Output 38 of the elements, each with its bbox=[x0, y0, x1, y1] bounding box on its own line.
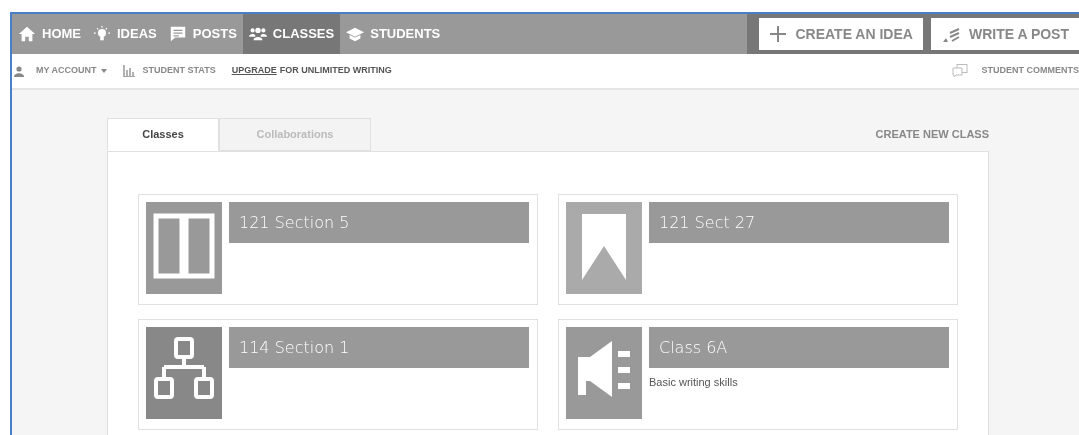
people-icon bbox=[248, 25, 267, 43]
nav-tab[interactable]: POSTS bbox=[162, 14, 243, 54]
class-card[interactable]: 121 Sect 27 bbox=[558, 194, 958, 305]
class-title: 114 Section 1 bbox=[229, 327, 529, 368]
create-class-link[interactable]: CREATE NEW CLASS bbox=[875, 126, 989, 143]
caret-icon bbox=[100, 69, 107, 73]
account-menu[interactable]: MY ACCOUNT bbox=[36, 64, 107, 78]
home-icon bbox=[18, 25, 36, 43]
pen-strokes-icon bbox=[940, 25, 961, 43]
class-description: Basic writing skills bbox=[649, 375, 739, 390]
nav-tab[interactable]: IDEAS bbox=[87, 14, 163, 54]
student-comments-link[interactable]: STUDENT COMMENTS bbox=[981, 64, 1079, 78]
class-title: 121 Sect 27 bbox=[649, 202, 949, 243]
class-card[interactable]: 121 Section 5 bbox=[138, 194, 538, 305]
megaphone-icon bbox=[566, 327, 642, 419]
tab[interactable]: Classes bbox=[107, 118, 219, 151]
class-card[interactable]: Class 6A Basic writing skills bbox=[558, 319, 958, 430]
bar-chart-icon bbox=[122, 65, 135, 77]
speech-bubble-icon bbox=[168, 25, 187, 43]
class-title: Class 6A bbox=[649, 327, 949, 368]
student-stats-link[interactable]: STUDENT STATS bbox=[142, 64, 216, 78]
upgrade-link[interactable]: UPGRADE bbox=[231, 64, 277, 78]
person-icon bbox=[14, 65, 24, 77]
action-button[interactable]: CREATE AN IDEA bbox=[759, 18, 923, 50]
hierarchy-icon bbox=[146, 327, 222, 419]
upgrade-text: FOR UNLIMITED WRITING bbox=[279, 64, 392, 78]
nav-tab[interactable]: CLASSES bbox=[242, 14, 341, 54]
nav-tab[interactable]: STUDENTS bbox=[340, 14, 447, 54]
action-button[interactable]: WRITE A POST bbox=[930, 18, 1079, 50]
class-title: 121 Section 5 bbox=[229, 202, 529, 243]
lightbulb-icon bbox=[93, 25, 111, 43]
plus-icon bbox=[769, 25, 788, 43]
class-card[interactable]: 114 Section 1 bbox=[138, 319, 538, 430]
book-icon bbox=[146, 202, 222, 294]
graduation-cap-icon bbox=[346, 25, 365, 43]
comments-icon bbox=[951, 64, 968, 78]
nav-tab[interactable]: HOME bbox=[12, 14, 87, 54]
bookmark-icon bbox=[566, 202, 642, 294]
